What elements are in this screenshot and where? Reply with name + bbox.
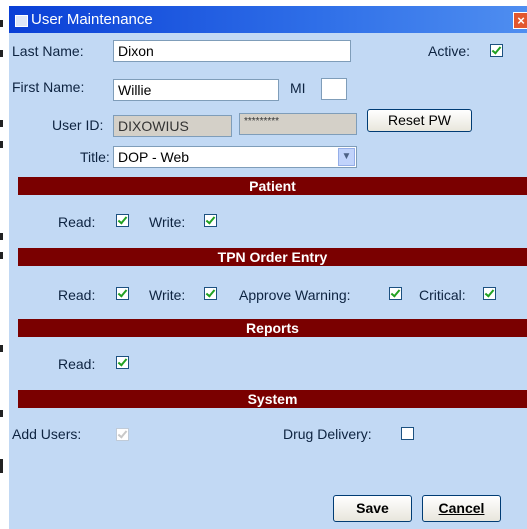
user-id-field[interactable]: DIXOWIUS	[113, 115, 232, 137]
add-users-label: Add Users:	[12, 426, 82, 442]
password-field[interactable]: *********	[239, 113, 357, 135]
active-label: Active:	[428, 43, 471, 59]
title-select-value: DOP - Web	[118, 149, 190, 165]
patient-write-checkbox[interactable]	[204, 214, 217, 227]
drug-delivery-checkbox[interactable]	[401, 427, 414, 440]
reports-section-header: Reports	[18, 319, 527, 337]
save-button[interactable]: Save	[333, 495, 412, 522]
add-users-checkbox[interactable]	[116, 428, 129, 441]
reports-read-checkbox[interactable]	[116, 356, 129, 369]
reports-read-label: Read:	[58, 356, 96, 372]
window-title: User Maintenance	[31, 11, 153, 28]
tpn-order-entry-section-header: TPN Order Entry	[18, 248, 527, 266]
approve-warning-checkbox[interactable]	[389, 287, 402, 300]
first-name-field[interactable]: Willie	[113, 79, 279, 101]
cancel-button[interactable]: Cancel	[422, 495, 501, 522]
user-id-label: User ID:	[52, 117, 104, 133]
mi-field[interactable]	[321, 78, 347, 100]
last-name-label: Last Name:	[12, 43, 84, 59]
first-name-label: First Name:	[12, 79, 85, 95]
patient-section-header: Patient	[18, 177, 527, 195]
patient-read-label: Read:	[58, 214, 96, 230]
critical-label: Critical:	[419, 287, 466, 303]
reset-password-button[interactable]: Reset PW	[367, 109, 472, 132]
title-bar: User Maintenance ×	[9, 6, 527, 33]
active-checkbox[interactable]	[490, 44, 503, 57]
last-name-field[interactable]: Dixon	[113, 40, 351, 62]
tpn-read-label: Read:	[58, 287, 96, 303]
user-maintenance-window: User Maintenance × Last Name: Dixon Acti…	[9, 6, 527, 529]
title-select[interactable]: DOP - Web ▼	[113, 146, 357, 168]
tpn-read-checkbox[interactable]	[116, 287, 129, 300]
system-section-header: System	[18, 390, 527, 408]
mi-label: MI	[290, 80, 306, 96]
patient-write-label: Write:	[149, 214, 186, 230]
patient-read-checkbox[interactable]	[116, 214, 129, 227]
title-label: Title:	[80, 149, 110, 165]
window-icon	[15, 15, 28, 27]
left-edge-marks	[0, 0, 9, 529]
drug-delivery-label: Drug Delivery:	[283, 426, 372, 442]
chevron-down-icon[interactable]: ▼	[338, 148, 355, 166]
tpn-write-checkbox[interactable]	[204, 287, 217, 300]
close-icon[interactable]: ×	[513, 12, 527, 29]
critical-checkbox[interactable]	[483, 287, 496, 300]
tpn-write-label: Write:	[149, 287, 186, 303]
approve-warning-label: Approve Warning:	[239, 287, 351, 303]
